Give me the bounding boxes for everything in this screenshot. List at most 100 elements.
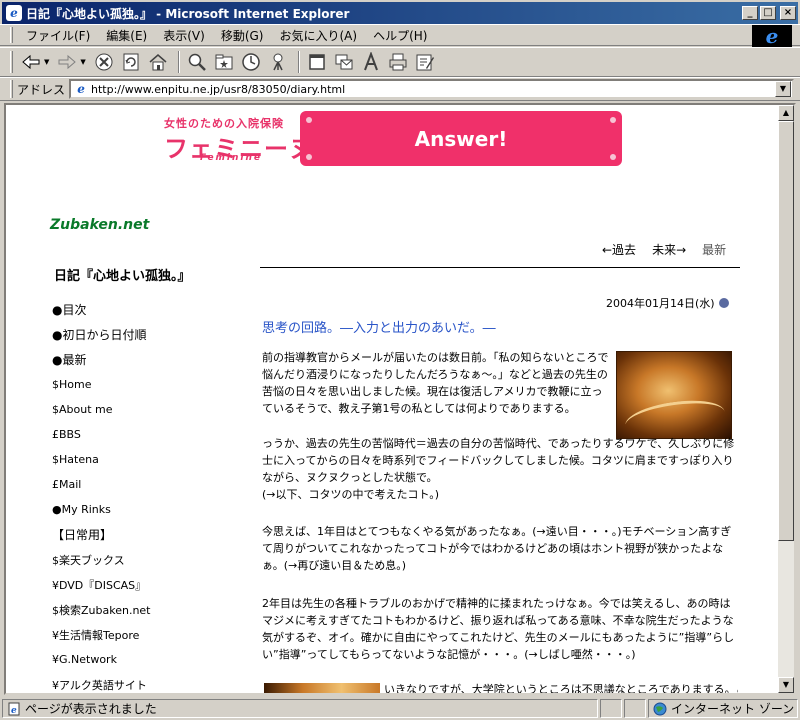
sidebar-item-label[interactable]: $About me [52,403,113,416]
menu-view[interactable]: 表示(V) [156,25,212,46]
ie-logo-icon: e [765,24,779,48]
print-button[interactable] [386,50,410,74]
status-cell [624,699,646,718]
address-input[interactable] [91,82,775,96]
sidebar-item-label[interactable]: ●My Rinks [52,503,111,516]
sidebar-item-label[interactable]: £BBS [52,428,81,441]
print-icon [389,53,407,71]
toolbar-separator [177,51,180,73]
status-bar: e ページが表示されました インターネット ゾーン [0,697,800,720]
favorites-button[interactable] [212,50,236,74]
toolbar-grip[interactable] [10,51,13,73]
sidebar-item-hatena[interactable]: $Hatena [52,447,252,472]
sidebar-item-home[interactable]: $Home [52,372,252,397]
sidebar-item-label[interactable]: £Mail [52,478,81,491]
banner-brand-en: Feminine [200,153,263,163]
forward-dropdown[interactable]: ▼ [80,58,85,66]
channels-button[interactable] [266,50,290,74]
sidebar-item-tepore[interactable]: ¥生活情報Tepore [52,622,252,647]
scroll-up-button[interactable]: ▲ [778,105,794,121]
entry-title: 思考の回路。―入力と出力のあいだ。― [262,321,496,336]
refresh-button[interactable] [119,50,143,74]
stop-button[interactable] [92,50,116,74]
title-bar: e 日記『心地よい孤独。』 - Microsoft Internet Explo… [0,0,800,24]
sidebar-item-label[interactable]: $Home [52,378,91,391]
minimize-button[interactable]: _ [742,6,758,20]
toolbar-separator [297,51,300,73]
sidebar-item-label[interactable]: $楽天ブックス [52,552,125,568]
entry-paragraph: 2年目は先生の各種トラブルのおかげで精神的に揉まれたっけなぁ。今では笑えるし、あ… [262,597,735,661]
sidebar-item-label[interactable]: ●目次 [52,301,86,318]
close-button[interactable]: × [780,6,796,20]
sidebar-item-bbs[interactable]: £BBS [52,422,252,447]
edit-icon [416,54,434,71]
back-dropdown[interactable]: ▼ [44,58,49,66]
banner-answer-button[interactable]: Answer! [300,111,622,166]
sidebar-item-latest[interactable]: ●最新 [52,347,252,372]
menu-edit[interactable]: 編集(E) [99,25,154,46]
address-label: アドレス [17,82,66,97]
banner-ad[interactable]: 女性のための入院保険 フェミニーヌ Feminine Answer! [162,109,624,169]
sidebar-item-label[interactable]: ¥G.Network [52,653,117,666]
pager-next-link[interactable]: 未来→ [652,241,686,258]
home-button[interactable] [146,50,170,74]
address-dropdown[interactable]: ▼ [775,81,791,97]
history-button[interactable] [239,50,263,74]
sidebar-item-label[interactable]: ●最新 [52,351,86,368]
menu-favorites[interactable]: お気に入り(A) [272,25,364,46]
sidebar-item-about[interactable]: $About me [52,397,252,422]
menu-file[interactable]: ファイル(F) [19,25,97,46]
addressbar-grip[interactable] [10,80,13,98]
sidebar-item-alc[interactable]: ¥アルク英語サイト [52,672,252,693]
sidebar-item-mail[interactable]: £Mail [52,472,252,497]
entry-photo [264,683,380,693]
fullscreen-button[interactable] [305,50,329,74]
address-field[interactable]: e ▼ [69,79,794,99]
menu-go[interactable]: 移動(G) [214,25,271,46]
scroll-thumb[interactable] [778,121,794,541]
entry-date: 2004年01月14日(水) [606,295,729,311]
mail-button[interactable] [332,50,356,74]
sidebar-item-contents[interactable]: ●目次 [52,297,252,322]
sidebar-item-chronological[interactable]: ●初日から日付順 [52,322,252,347]
back-button[interactable] [19,50,43,74]
page-icon: e [7,702,21,716]
font-size-button[interactable] [359,50,383,74]
edit-button[interactable] [413,50,437,74]
vertical-scrollbar[interactable]: ▲ ▼ [778,105,794,693]
sidebar-item-gnetwork[interactable]: ¥G.Network [52,647,252,672]
svg-text:e: e [11,706,17,716]
font-icon [363,52,378,71]
stop-icon [95,53,113,71]
sidebar-item-label[interactable]: $検索Zubaken.net [52,602,151,618]
search-icon [188,53,206,71]
sidebar-item-label[interactable]: ●初日から日付順 [52,326,146,343]
sidebar-item-label[interactable]: $Hatena [52,453,99,466]
sidebar-item-label[interactable]: ¥DVD『DISCAS』 [52,577,146,593]
forward-button[interactable] [55,50,79,74]
sidebar-item-label[interactable]: ¥アルク英語サイト [52,677,147,693]
search-button[interactable] [185,50,209,74]
sidebar-item-my-links[interactable]: ●My Rinks [52,497,252,522]
entry-photo [616,351,732,439]
standard-toolbar: ▼ ▼ [0,47,800,77]
sidebar-item-search[interactable]: $検索Zubaken.net [52,597,252,622]
content-viewport: 女性のための入院保険 フェミニーヌ Feminine Answer! Zubak… [4,103,796,695]
ie-throbber: e [752,25,792,47]
home-icon [149,54,167,71]
sidebar-item-discas[interactable]: ¥DVD『DISCAS』 [52,572,252,597]
status-cell [600,699,622,718]
status-main: e ページが表示されました [2,699,598,718]
sidebar-section-label: 【日常用】 [52,528,113,542]
maximize-button[interactable]: □ [760,6,776,20]
site-logo[interactable]: Zubaken.net [50,217,149,233]
scroll-down-button[interactable]: ▼ [778,677,794,693]
sidebar-item-label[interactable]: ¥生活情報Tepore [52,627,139,643]
pager-prev-link[interactable]: ←過去 [602,241,636,258]
entry-paragraph: いきなりですが、大学院というところは不思議なところでありまする。こ [384,683,738,695]
menu-help[interactable]: ヘルプ(H) [366,25,434,46]
mail-icon [335,54,353,70]
menubar-grip[interactable] [10,27,13,43]
globe-icon [653,702,667,716]
sidebar-item-rakuten-books[interactable]: $楽天ブックス [52,547,252,572]
